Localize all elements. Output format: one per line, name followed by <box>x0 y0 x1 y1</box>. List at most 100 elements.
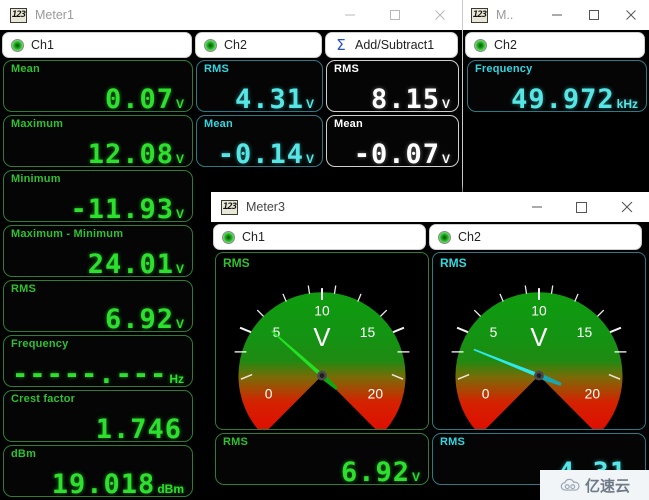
readout-rms-ch1-meter3: RMS 6.92 V <box>215 433 429 485</box>
close-button-meter2[interactable] <box>612 0 649 30</box>
readout-caption: Maximum <box>11 118 64 130</box>
readout-value: -0.07 V <box>353 139 450 167</box>
window-title-meter3: Meter3 <box>246 200 285 214</box>
maximize-button-meter3[interactable] <box>559 192 604 222</box>
watermark-text: 亿速云 <box>584 476 630 495</box>
tab-label: Ch1 <box>242 230 265 244</box>
titlebar-meter1[interactable]: 123 Meter1 <box>0 0 462 30</box>
readout-mean-ch1: Mean 0.07 V <box>3 60 193 112</box>
readout-value: 49.972 kHz <box>511 84 638 112</box>
seven-segment-icon: 123 <box>10 7 27 23</box>
window-meter3[interactable]: 123 Meter3 Ch1 Ch2 RMS 0 5 10 15 20 V RM… <box>211 192 649 500</box>
gauge-face-ch2: 0 5 10 15 20 V <box>433 253 645 429</box>
sigma-icon: Σ <box>336 35 346 54</box>
tabstrip-meter3[interactable]: Ch1 Ch2 <box>211 222 649 252</box>
readout-mean-addsubtract1: Mean -0.07 V <box>326 115 459 167</box>
seven-segment-icon: 123 <box>221 199 238 215</box>
close-button-meter1[interactable] <box>417 0 462 30</box>
readout-caption: RMS <box>440 436 466 448</box>
window-title-meter2: M.. <box>496 8 514 22</box>
column-addsubtract1: RMS 8.15 V Mean -0.07 V <box>326 60 459 167</box>
watermark: 亿速云 <box>540 470 649 500</box>
readout-value: 4.31V <box>234 84 314 112</box>
readout-mean-ch2: Mean -0.14 V <box>196 115 323 167</box>
readout-frequency-ch1: Frequency -----.--- Hz <box>3 335 193 387</box>
tab-label: Ch1 <box>31 38 54 52</box>
channel-led-icon <box>222 230 235 244</box>
readout-value: 0.07 V <box>104 84 184 112</box>
readout-caption: dBm <box>11 448 37 460</box>
window-meter2[interactable]: 123 M.. Ch2 Frequency 49.972 kHz <box>462 0 649 192</box>
gauge-caption: RMS <box>440 256 467 270</box>
tab-label: Ch2 <box>224 38 247 52</box>
readout-caption: RMS <box>334 63 360 75</box>
readout-max-minus-min-ch1: Maximum - Minimum 24.01 V <box>3 225 193 277</box>
readout-caption: Mean <box>11 63 40 75</box>
readout-frequency-ch2: Frequency 49.972 kHz <box>467 60 647 112</box>
channel-led-icon <box>11 38 24 52</box>
tab-label: Ch2 <box>494 38 517 52</box>
svg-text:0: 0 <box>482 385 490 401</box>
cloud-icon <box>560 478 580 491</box>
svg-text:20: 20 <box>368 385 384 401</box>
readout-caption: Maximum - Minimum <box>11 228 124 240</box>
svg-text:V: V <box>530 324 548 352</box>
window-title-meter1: Meter1 <box>35 8 74 22</box>
titlebar-meter2[interactable]: 123 M.. <box>463 0 649 30</box>
svg-text:0: 0 <box>265 385 273 401</box>
maximize-button-meter1[interactable] <box>372 0 417 30</box>
gauge-caption: RMS <box>223 256 250 270</box>
tab-ch2-meter2[interactable]: Ch2 <box>465 32 645 58</box>
readout-value: 12.08 V <box>87 139 184 167</box>
svg-text:10: 10 <box>531 302 547 318</box>
readout-caption: Minimum <box>11 173 61 185</box>
readout-caption: RMS <box>11 283 37 295</box>
gauge-face-ch1: 0 5 10 15 20 V <box>216 253 428 429</box>
tab-ch2-meter3[interactable]: Ch2 <box>429 224 642 250</box>
readout-caption: Mean <box>334 118 363 130</box>
minimize-button-meter1[interactable] <box>327 0 372 30</box>
readout-caption: Frequency <box>11 338 69 350</box>
tab-ch2-meter1[interactable]: Ch2 <box>195 32 322 58</box>
readout-value: -11.93 V <box>70 194 184 222</box>
readout-minimum-ch1: Minimum -11.93 V <box>3 170 193 222</box>
tab-ch1-meter1[interactable]: Ch1 <box>2 32 192 58</box>
svg-text:15: 15 <box>360 324 376 340</box>
readout-value: 6.92 V <box>104 304 184 332</box>
minimize-button-meter3[interactable] <box>514 192 559 222</box>
column-ch2: RMS 4.31 V Mean -0.14 V <box>196 60 323 167</box>
tab-ch1-meter3[interactable]: Ch1 <box>213 224 426 250</box>
readout-crest-factor-ch1: Crest factor 1.746 <box>3 390 193 442</box>
readout-caption: Frequency <box>475 63 533 75</box>
svg-text:10: 10 <box>314 302 330 318</box>
readout-value: -0.14 V <box>217 139 314 167</box>
readout-rms-ch1: RMS 6.92 V <box>3 280 193 332</box>
close-button-meter3[interactable] <box>604 192 649 222</box>
svg-text:V: V <box>313 324 331 352</box>
seven-segment-icon: 123 <box>471 7 488 23</box>
meter2-body: Frequency 49.972 kHz <box>463 60 649 192</box>
svg-text:15: 15 <box>577 324 593 340</box>
readout-value: 19.018 dBm <box>51 469 184 497</box>
channel-led-icon <box>438 230 451 244</box>
readout-value: 24.01 V <box>87 249 184 277</box>
tabstrip-meter2[interactable]: Ch2 <box>463 30 649 60</box>
svg-text:20: 20 <box>585 385 601 401</box>
readout-value: -----.--- Hz <box>12 359 184 387</box>
minimize-button-meter2[interactable] <box>538 0 575 30</box>
tabstrip-meter1[interactable]: Ch1 Ch2 Σ Add/Subtract1 <box>0 30 462 60</box>
readout-rms-addsubtract1: RMS 8.15 V <box>326 60 459 112</box>
maximize-button-meter2[interactable] <box>575 0 612 30</box>
gauge-rms-ch2: RMS 0 5 10 15 20 V <box>432 252 646 430</box>
readout-maximum-ch1: Maximum 12.08 V <box>3 115 193 167</box>
readout-rms-ch2: RMS 4.31 V <box>196 60 323 112</box>
gauge-rms-ch1: RMS 0 5 10 15 20 V <box>215 252 429 430</box>
titlebar-meter3[interactable]: 123 Meter3 <box>211 192 649 222</box>
svg-text:5: 5 <box>490 324 498 340</box>
meter3-body: RMS 0 5 10 15 20 V RMS 0 5 10 15 20 V RM… <box>211 252 649 500</box>
tab-addsubtract1-meter1[interactable]: Σ Add/Subtract1 <box>325 32 458 58</box>
readout-caption: RMS <box>223 436 249 448</box>
column-ch1: Mean 0.07 V Maximum 12.08 V Minimum -11.93… <box>3 60 193 497</box>
readout-dbm-ch1: dBm 19.018 dBm <box>3 445 193 497</box>
readout-value: 8.15 V <box>370 84 450 112</box>
